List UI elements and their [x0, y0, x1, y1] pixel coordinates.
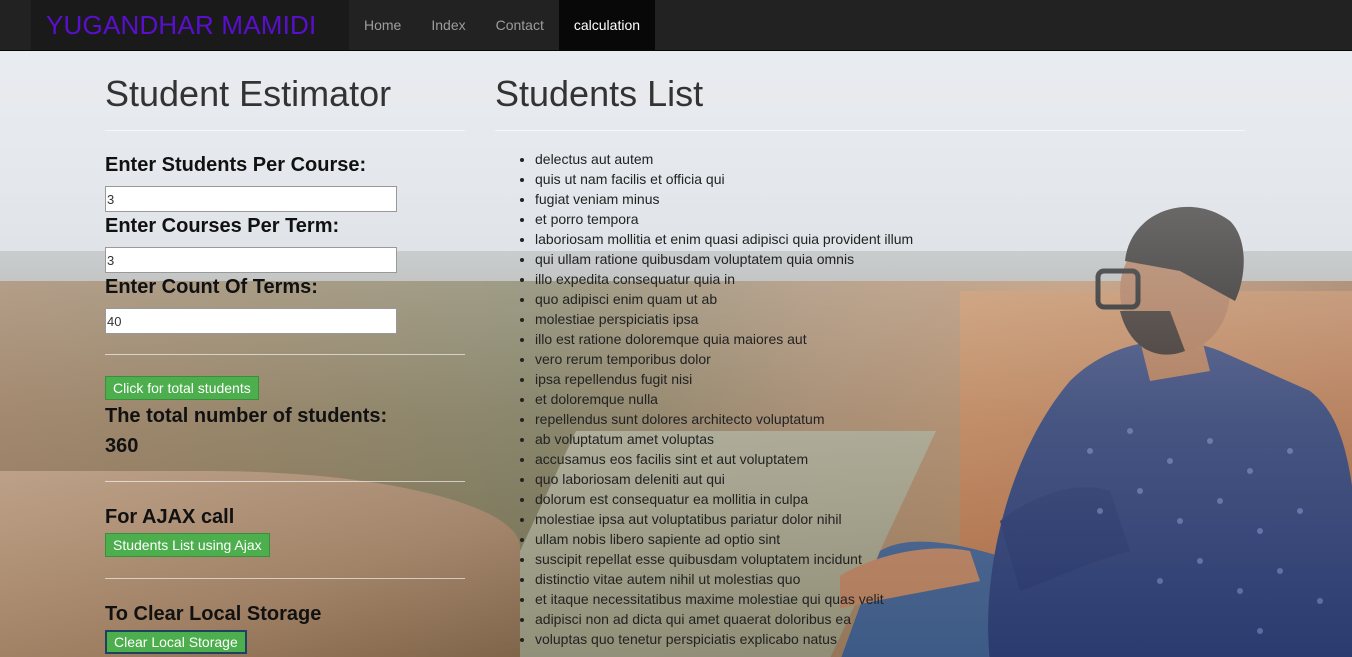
- courses-per-term-input[interactable]: [105, 247, 397, 273]
- student-list-item: vero rerum temporibus dolor: [535, 349, 913, 369]
- students-list: delectus aut autemquis ut nam facilis et…: [495, 149, 913, 649]
- clear-storage-label: To Clear Local Storage: [105, 603, 322, 625]
- students-list-ajax-button[interactable]: Students List using Ajax: [105, 533, 270, 557]
- count-of-terms-input[interactable]: [105, 308, 397, 334]
- nav-home[interactable]: Home: [349, 0, 416, 50]
- total-students-value: 360: [105, 435, 139, 457]
- student-list-item: adipisci non ad dicta qui amet quaerat d…: [535, 609, 913, 629]
- student-list-item: delectus aut autem: [535, 149, 913, 169]
- clear-local-storage-button[interactable]: Clear Local Storage: [105, 630, 247, 654]
- students-per-course-input[interactable]: [105, 186, 397, 212]
- student-list-item: suscipit repellat esse quibusdam volupta…: [535, 549, 913, 569]
- student-list-item: quis ut nam facilis et officia qui: [535, 169, 913, 189]
- student-list-item: fugiat veniam minus: [535, 189, 913, 209]
- student-list-item: et doloremque nulla: [535, 389, 913, 409]
- nav-calculation[interactable]: calculation: [558, 0, 656, 50]
- student-list-item: et porro tempora: [535, 209, 913, 229]
- navbar: YUGANDHAR MAMIDI Home Index Contact calc…: [0, 0, 1352, 51]
- brand-title[interactable]: YUGANDHAR MAMIDI: [46, 10, 316, 41]
- divider: [105, 130, 465, 131]
- student-list-item: ab voluptatum amet voluptas: [535, 429, 913, 449]
- nav-contact[interactable]: Contact: [481, 0, 559, 50]
- student-list-item: accusamus eos facilis sint et aut volupt…: [535, 449, 913, 469]
- nav-index[interactable]: Index: [416, 0, 480, 50]
- student-list-item: molestiae ipsa aut voluptatibus pariatur…: [535, 509, 913, 529]
- student-list-item: dolorum est consequatur ea mollitia in c…: [535, 489, 913, 509]
- student-list-item: voluptas quo tenetur perspiciatis explic…: [535, 629, 913, 649]
- student-list-item: qui ullam ratione quibusdam voluptatem q…: [535, 249, 913, 269]
- divider: [105, 354, 465, 355]
- total-students-label: The total number of students:: [105, 405, 388, 427]
- student-list-item: laboriosam mollitia et enim quasi adipis…: [535, 229, 913, 249]
- student-list-item: quo adipisci enim quam ut ab: [535, 289, 913, 309]
- nav-links: Home Index Contact calculation: [349, 0, 656, 50]
- divider: [105, 578, 465, 579]
- count-of-terms-label: Enter Count Of Terms:: [105, 276, 318, 298]
- courses-per-term-label: Enter Courses Per Term:: [105, 215, 340, 237]
- brand[interactable]: YUGANDHAR MAMIDI: [31, 0, 349, 50]
- students-list-title: Students List: [495, 73, 704, 114]
- estimator-title: Student Estimator: [105, 73, 392, 114]
- divider: [105, 481, 465, 482]
- student-list-item: quo laboriosam deleniti aut qui: [535, 469, 913, 489]
- ajax-label: For AJAX call: [105, 506, 235, 528]
- student-list-item: illo expedita consequatur quia in: [535, 269, 913, 289]
- student-list-item: et itaque necessitatibus maxime molestia…: [535, 589, 913, 609]
- student-list-item: distinctio vitae autem nihil ut molestia…: [535, 569, 913, 589]
- student-list-item: molestiae perspiciatis ipsa: [535, 309, 913, 329]
- student-list-item: ipsa repellendus fugit nisi: [535, 369, 913, 389]
- total-students-button[interactable]: Click for total students: [105, 376, 259, 400]
- divider: [495, 130, 1245, 131]
- student-list-item: illo est ratione doloremque quia maiores…: [535, 329, 913, 349]
- student-list-item: ullam nobis libero sapiente ad optio sin…: [535, 529, 913, 549]
- student-list-item: repellendus sunt dolores architecto volu…: [535, 409, 913, 429]
- students-per-course-label: Enter Students Per Course:: [105, 154, 367, 176]
